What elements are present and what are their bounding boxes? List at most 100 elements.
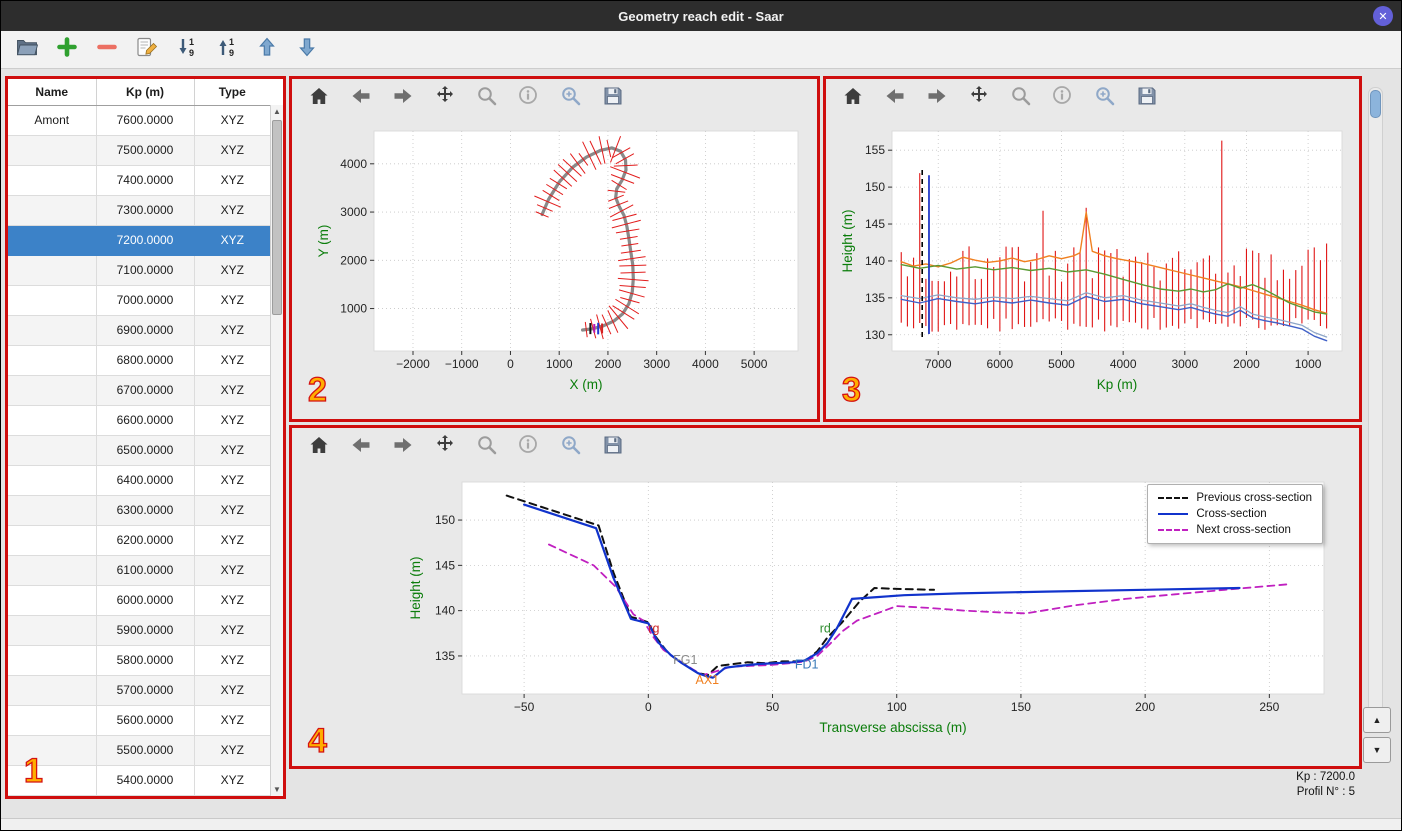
table-row[interactable]: 6600.0000 XYZ xyxy=(8,405,270,436)
table-row[interactable]: 6400.0000 XYZ xyxy=(8,465,270,496)
table-row[interactable]: 6500.0000 XYZ xyxy=(8,435,270,466)
table-cell[interactable]: XYZ xyxy=(194,705,270,736)
table-cell[interactable]: XYZ xyxy=(194,765,270,796)
table-cell[interactable]: XYZ xyxy=(194,495,270,526)
zoom-button[interactable] xyxy=(474,85,500,111)
close-button[interactable]: ✕ xyxy=(1373,6,1393,26)
table-row[interactable]: 5700.0000 XYZ xyxy=(8,675,270,706)
add-button[interactable] xyxy=(53,36,81,64)
table-cell[interactable]: 5900.0000 xyxy=(96,615,195,646)
table-cell[interactable]: XYZ xyxy=(194,165,270,196)
table-cell[interactable]: 7600.0000 xyxy=(96,105,195,136)
customize-button[interactable] xyxy=(1050,85,1076,111)
table-row[interactable]: 6800.0000 XYZ xyxy=(8,345,270,376)
table-cell[interactable] xyxy=(8,585,97,616)
table-cell[interactable] xyxy=(8,165,97,196)
scroll-down-icon[interactable]: ▼ xyxy=(271,785,283,794)
table-cell[interactable]: 7500.0000 xyxy=(96,135,195,166)
table-cell[interactable] xyxy=(8,285,97,316)
table-cell[interactable] xyxy=(8,615,97,646)
table-row[interactable]: Amont 7600.0000 XYZ xyxy=(8,105,270,136)
table-cell[interactable] xyxy=(8,135,97,166)
save-button[interactable] xyxy=(600,434,626,460)
zoom-to-rect-button[interactable] xyxy=(558,434,584,460)
table-cell[interactable]: 6300.0000 xyxy=(96,495,195,526)
open-button[interactable] xyxy=(13,36,41,64)
table-cell[interactable]: XYZ xyxy=(194,345,270,376)
table-cell[interactable] xyxy=(8,705,97,736)
table-cell[interactable]: XYZ xyxy=(194,195,270,226)
table-cell[interactable]: 5600.0000 xyxy=(96,705,195,736)
profile-down-button[interactable]: ▼ xyxy=(1363,737,1391,763)
table-cell[interactable]: 7100.0000 xyxy=(96,255,195,286)
table-cell[interactable] xyxy=(8,435,97,466)
profile-view-plot[interactable]: 7000 6000 5000 4000 3000 2000 1000 130 135 140 145… xyxy=(826,117,1359,417)
column-header[interactable]: Name xyxy=(8,79,97,106)
table-cell[interactable] xyxy=(8,315,97,346)
table-cell[interactable]: XYZ xyxy=(194,645,270,676)
table-row[interactable]: 5500.0000 XYZ xyxy=(8,735,270,766)
table-cell[interactable] xyxy=(8,645,97,676)
table-cell[interactable]: XYZ xyxy=(194,435,270,466)
table-cell[interactable]: XYZ xyxy=(194,255,270,286)
table-cell[interactable] xyxy=(8,225,97,256)
table-row[interactable]: 5600.0000 XYZ xyxy=(8,705,270,736)
table-cell[interactable] xyxy=(8,525,97,556)
table-cell[interactable]: 6700.0000 xyxy=(96,375,195,406)
save-button[interactable] xyxy=(1134,85,1160,111)
back-button[interactable] xyxy=(348,85,374,111)
customize-button[interactable] xyxy=(516,85,542,111)
table-cell[interactable] xyxy=(8,495,97,526)
table-cell[interactable]: 6500.0000 xyxy=(96,435,195,466)
table-row[interactable]: 6900.0000 XYZ xyxy=(8,315,270,346)
sort-ascending-button[interactable]: 19 xyxy=(173,36,201,64)
table-cell[interactable] xyxy=(8,735,97,766)
table-cell[interactable]: XYZ xyxy=(194,675,270,706)
table-cell[interactable]: 7400.0000 xyxy=(96,165,195,196)
table-cell[interactable]: 6600.0000 xyxy=(96,405,195,436)
table-row[interactable]: 6000.0000 XYZ xyxy=(8,585,270,616)
table-cell[interactable]: XYZ xyxy=(194,735,270,766)
table-row[interactable]: 6100.0000 XYZ xyxy=(8,555,270,586)
customize-button[interactable] xyxy=(516,434,542,460)
window-scrollbar-thumb[interactable] xyxy=(1370,90,1381,118)
profile-up-button[interactable]: ▲ xyxy=(1363,707,1391,733)
pan-button[interactable] xyxy=(432,85,458,111)
table-cell[interactable]: 6800.0000 xyxy=(96,345,195,376)
table-cell[interactable] xyxy=(8,195,97,226)
table-cell[interactable] xyxy=(8,255,97,286)
column-header[interactable]: Type xyxy=(194,79,270,106)
table-cell[interactable]: Amont xyxy=(8,105,97,136)
table-cell[interactable] xyxy=(8,405,97,436)
forward-button[interactable] xyxy=(390,85,416,111)
table-cell[interactable]: 5700.0000 xyxy=(96,675,195,706)
table-cell[interactable]: XYZ xyxy=(194,285,270,316)
table-cell[interactable]: XYZ xyxy=(194,375,270,406)
table-row[interactable]: 6200.0000 XYZ xyxy=(8,525,270,556)
table-cell[interactable]: XYZ xyxy=(194,465,270,496)
column-header[interactable]: Kp (m) xyxy=(96,79,195,106)
forward-button[interactable] xyxy=(390,434,416,460)
table-cell[interactable]: XYZ xyxy=(194,135,270,166)
home-button[interactable] xyxy=(306,434,332,460)
forward-button[interactable] xyxy=(924,85,950,111)
edit-button[interactable] xyxy=(133,36,161,64)
table-row[interactable]: 7400.0000 XYZ xyxy=(8,165,270,196)
window-scrollbar[interactable] xyxy=(1368,87,1383,713)
pan-button[interactable] xyxy=(966,85,992,111)
table-row[interactable]: 6700.0000 XYZ xyxy=(8,375,270,406)
table-cell[interactable]: 7000.0000 xyxy=(96,285,195,316)
table-cell[interactable]: XYZ xyxy=(194,615,270,646)
table-row[interactable]: 6300.0000 XYZ xyxy=(8,495,270,526)
table-cell[interactable]: XYZ xyxy=(194,405,270,436)
table-cell[interactable]: 6200.0000 xyxy=(96,525,195,556)
table-scrollbar-thumb[interactable] xyxy=(272,120,282,315)
table-cell[interactable] xyxy=(8,675,97,706)
move-down-button[interactable] xyxy=(293,36,321,64)
table-cell[interactable] xyxy=(8,765,97,796)
table-cell[interactable]: 7200.0000 xyxy=(96,225,195,256)
table-cell[interactable] xyxy=(8,555,97,586)
table-cell[interactable]: 6000.0000 xyxy=(96,585,195,616)
back-button[interactable] xyxy=(348,434,374,460)
table-cell[interactable] xyxy=(8,465,97,496)
